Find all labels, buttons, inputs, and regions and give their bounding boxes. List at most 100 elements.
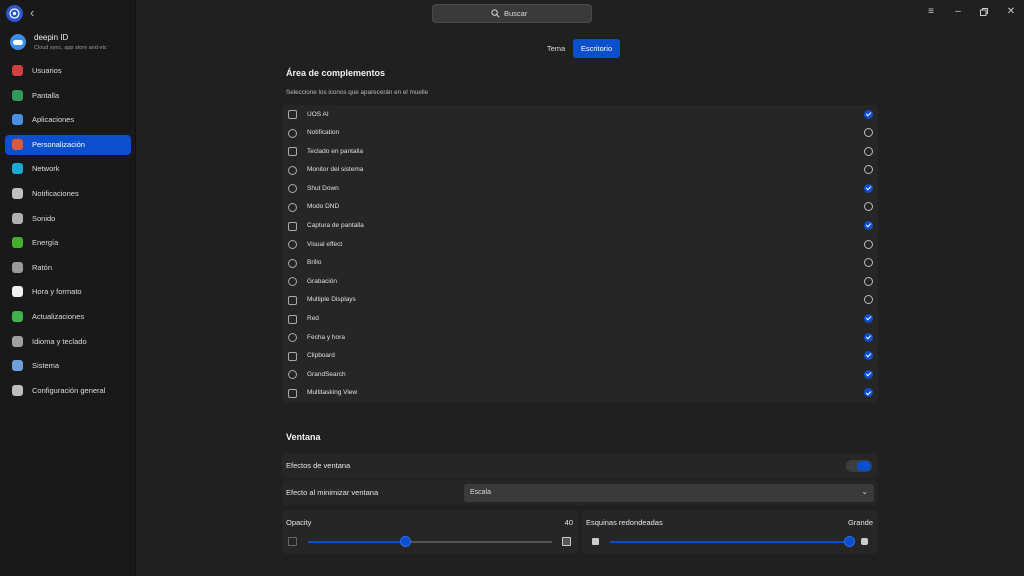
window-effects-toggle[interactable] [846,460,872,472]
user-icon [12,65,23,76]
bell-icon [288,128,297,138]
sidebar-item-label: Pantalla [32,90,60,100]
sidebar-item-settings[interactable]: Configuración general [5,381,131,401]
sidebar-item-keyboard[interactable]: Idioma y teclado [5,332,131,352]
tab-tema[interactable]: Tema [540,39,572,58]
corners-large-icon [861,538,868,545]
opacity-slider-handle[interactable] [400,536,411,547]
sidebar-item-display[interactable]: Pantalla [5,86,131,106]
clock-icon [288,333,297,343]
checked-icon[interactable] [864,332,873,342]
back-icon[interactable]: ‹ [30,5,42,21]
corners-small-icon [592,538,599,545]
corners-slider-handle[interactable] [844,536,855,547]
monitor-icon [288,165,297,175]
checked-icon[interactable] [864,351,873,361]
plugin-row[interactable]: Red [282,310,878,329]
restore-icon[interactable] [978,6,990,18]
wifi-icon [288,314,297,324]
sidebar-item-palette[interactable]: Personalización [5,134,131,155]
checked-icon[interactable] [864,369,873,379]
opacity-low-icon [288,537,297,546]
moon-icon [288,202,297,212]
sidebar-item-update[interactable]: Actualizaciones [5,307,131,327]
corners-slider-fill [610,541,850,543]
sidebar-header: ‹ [0,0,136,28]
minimize-effect-label: Efecto al minimizar ventana [286,488,379,497]
deepin-id-account[interactable]: deepin ID Cloud sync, app store and etc [10,32,130,56]
plugin-row[interactable]: Teclado en pantalla [282,142,878,161]
battery-icon [12,237,23,249]
unchecked-icon[interactable] [864,295,873,305]
minimize-effect-value: Escala [470,489,492,496]
bell-icon [12,187,23,199]
search-field[interactable]: Buscar [432,4,592,23]
unchecked-icon[interactable] [864,128,873,138]
close-icon[interactable]: ✕ [1005,6,1017,18]
plugin-label: GrandSearch [307,370,346,378]
sidebar-item-network[interactable]: Network [5,159,131,179]
search-icon [491,9,500,18]
network-icon [12,163,23,175]
plugin-row[interactable]: Captura de pantalla [282,217,878,236]
plugin-label: Brillo [307,259,322,267]
opacity-slider[interactable] [308,536,552,547]
plugin-row[interactable]: UOS AI [282,105,878,124]
sidebar-item-clock[interactable]: Hora y formato [5,282,131,302]
sidebar-item-battery[interactable]: Energía [5,233,131,253]
sidebar-item-label: Sonido [32,213,56,223]
plugin-row[interactable]: Shut Down [282,179,878,198]
checked-icon[interactable] [864,314,873,324]
plugin-label: Shut Down [307,184,339,192]
plugin-row[interactable]: Clipboard [282,347,878,366]
checked-icon[interactable] [864,221,873,231]
sidebar-item-label: Ratón [32,262,53,272]
plugin-row[interactable]: Multitasking View [282,384,878,403]
search-placeholder: Buscar [504,9,528,18]
sidebar-item-mouse[interactable]: Ratón [5,258,131,278]
unchecked-icon[interactable] [864,258,873,268]
multi-display-icon [288,295,297,305]
unchecked-icon[interactable] [864,146,873,156]
sidebar-item-user[interactable]: Usuarios [5,61,131,81]
corners-slider[interactable] [610,536,855,547]
minimize-effect-row: Efecto al minimizar ventana Escala ⌄ [282,480,878,505]
toggle-knob [857,461,871,471]
unchecked-icon[interactable] [864,202,873,212]
plugin-label: Red [307,315,319,323]
menu-icon[interactable]: ≡ [925,6,937,18]
plugin-row[interactable]: Visual effect [282,235,878,254]
unchecked-icon[interactable] [864,276,873,286]
unchecked-icon[interactable] [864,165,873,175]
visual-effect-icon [288,240,297,250]
deepin-logo-icon [6,5,23,22]
plugin-row[interactable]: Notification [282,124,878,143]
sidebar-item-bell[interactable]: Notificaciones [5,184,131,204]
plugin-row[interactable]: Grabación [282,272,878,291]
tab-escritorio[interactable]: Escritorio [573,39,620,58]
plugin-label: Visual effect [307,240,343,248]
checked-icon[interactable] [864,388,873,398]
checked-icon[interactable] [864,183,873,193]
opacity-value: 40 [564,518,573,527]
plugin-row[interactable]: Brillo [282,254,878,273]
minimize-effect-select[interactable]: Escala ⌄ [464,484,874,502]
plugin-row[interactable]: GrandSearch [282,365,878,384]
plugin-label: Clipboard [307,352,335,360]
plugin-label: Teclado en pantalla [307,147,364,155]
sidebar-item-speaker[interactable]: Sonido [5,209,131,229]
plugin-row[interactable]: Modo DND [282,198,878,217]
plugin-row[interactable]: Fecha y hora [282,328,878,347]
unchecked-icon[interactable] [864,239,873,249]
plugin-row[interactable]: Monitor del sistema [282,161,878,180]
sidebar-item-label: Energía [32,238,59,248]
display-icon [12,89,23,101]
titlebar: Buscar ≡ – ✕ [137,0,1024,28]
checked-icon[interactable] [864,109,873,119]
sidebar-item-system[interactable]: Sistema [5,356,131,376]
minimize-icon[interactable]: – [952,6,964,18]
sidebar-item-apps[interactable]: Aplicaciones [5,110,131,130]
record-icon [288,277,297,287]
plugin-label: Captura de pantalla [307,222,364,230]
plugin-row[interactable]: Multiple Displays [282,291,878,310]
